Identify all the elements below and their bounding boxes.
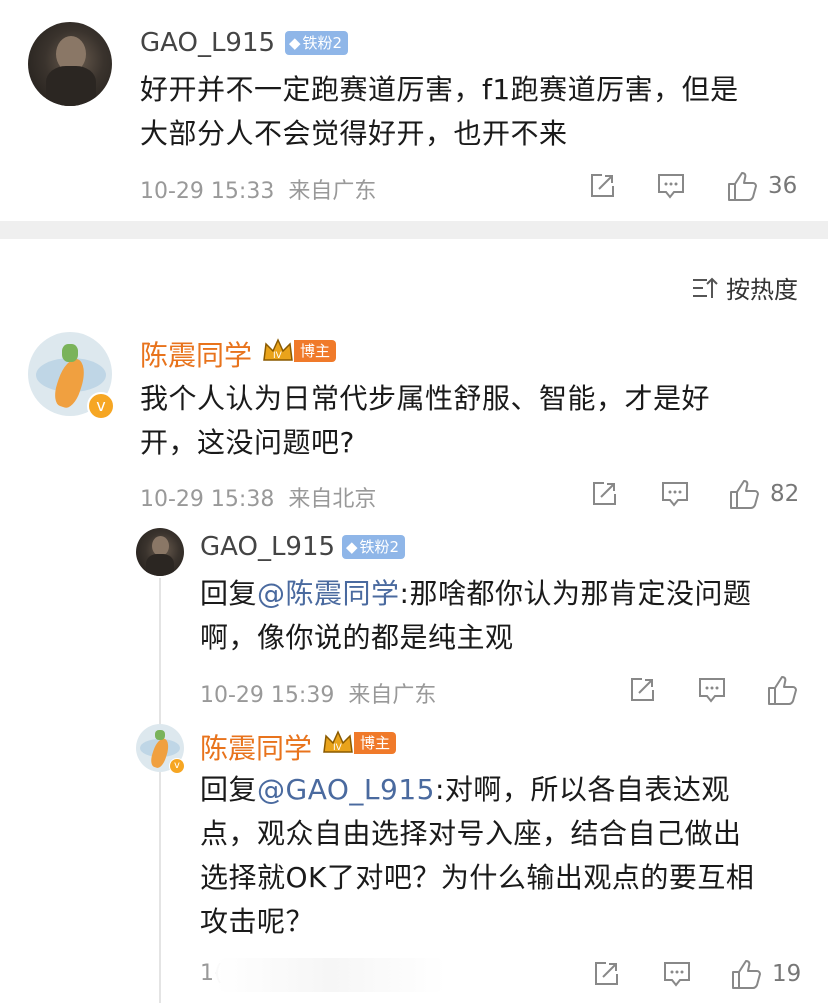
comment-button[interactable] <box>660 480 690 508</box>
mention-link[interactable]: @GAO_L915 <box>257 773 435 806</box>
thumbs-up-icon <box>768 676 797 705</box>
diamond-icon: ◆ <box>289 34 301 52</box>
like-button[interactable] <box>766 674 798 706</box>
mention-link[interactable]: @陈震同学 <box>257 577 400 610</box>
diamond-icon: ◆ <box>346 538 358 556</box>
username[interactable]: GAO_L915 <box>140 28 275 58</box>
comment-button[interactable] <box>656 172 686 200</box>
like-count: 82 <box>770 481 800 507</box>
crown-icon: IV <box>323 730 353 753</box>
share-icon <box>595 962 618 985</box>
blurred-overlay <box>216 958 446 992</box>
comment-button[interactable] <box>697 676 727 704</box>
comment-button[interactable] <box>662 960 692 988</box>
reply-text: 回复@陈震同学:那啥都你认为那肯定没问题 啊，像你说的都是纯主观 <box>200 577 752 654</box>
like-count: 19 <box>772 961 802 987</box>
share-button[interactable] <box>588 172 616 200</box>
comment-meta: 10-29 15:38 来自北京 <box>140 487 377 512</box>
username[interactable]: 陈震同学 <box>140 334 252 374</box>
sort-toggle[interactable]: 按热度 <box>692 270 798 305</box>
avatar-gao[interactable] <box>28 22 112 106</box>
share-icon <box>593 482 616 505</box>
reply-meta: 10-29 15:39 来自广东 <box>200 683 437 708</box>
comment-meta: 10-29 15:33 来自广东 <box>140 179 377 204</box>
fan-badge: ◆ 铁粉2 <box>285 31 349 55</box>
verified-badge: v <box>169 758 185 774</box>
svg-text:IV: IV <box>333 743 343 753</box>
sort-icon <box>693 277 718 298</box>
host-badge: IV 博主 <box>262 338 337 363</box>
comment-icon <box>664 962 690 987</box>
section-divider <box>0 221 828 239</box>
fan-badge: ◆ 铁粉2 <box>342 535 406 559</box>
comment-icon <box>658 174 684 199</box>
like-button[interactable]: 36 <box>726 170 797 202</box>
share-button[interactable] <box>590 480 618 508</box>
comment-text: 我个人认为日常代步属性舒服、智能，才是好 开，这没问题吧? <box>140 382 711 459</box>
share-button[interactable] <box>628 676 656 704</box>
comment-icon <box>699 678 725 703</box>
host-badge: IV 博主 <box>322 730 397 755</box>
like-button[interactable]: 19 <box>730 958 801 990</box>
thumbs-up-icon <box>728 172 757 201</box>
comment-text: 好开并不一定跑赛道厉害，f1跑赛道厉害，但是 大部分人不会觉得好开，也开不来 <box>140 73 739 150</box>
share-button[interactable] <box>592 960 620 988</box>
crown-icon: IV <box>263 338 293 361</box>
svg-text:IV: IV <box>273 351 283 361</box>
verified-badge: v <box>87 392 115 420</box>
reply-text: 回复@GAO_L915:对啊，所以各自表达观 点，观众自由选择对号入座，结合自己… <box>200 773 755 938</box>
share-icon <box>591 174 614 197</box>
like-count: 36 <box>768 173 798 199</box>
comment-icon <box>662 482 688 507</box>
share-icon <box>631 678 654 701</box>
thumbs-up-icon <box>730 480 759 509</box>
thread-line <box>159 578 161 1003</box>
avatar-gao[interactable] <box>136 528 184 576</box>
username[interactable]: GAO_L915 <box>200 532 335 562</box>
like-button[interactable]: 82 <box>728 478 799 510</box>
thumbs-up-icon <box>732 960 761 989</box>
username[interactable]: 陈震同学 <box>200 727 312 767</box>
